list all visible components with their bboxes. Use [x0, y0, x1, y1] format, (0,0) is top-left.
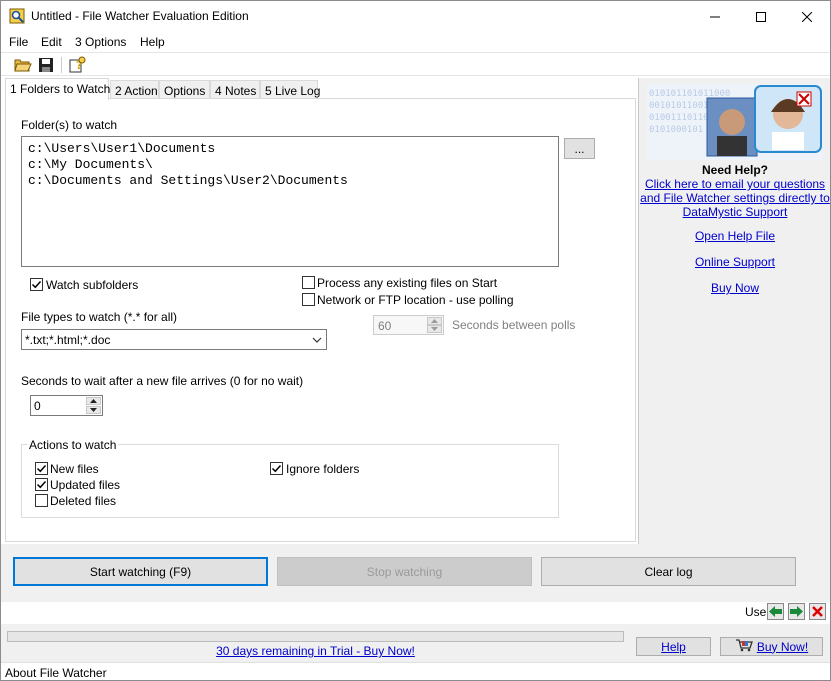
open-folder-icon[interactable]	[13, 55, 33, 75]
nav-use-label: Use	[745, 605, 767, 619]
updated-files-label: Updated files	[50, 478, 121, 492]
window-title: Untitled - File Watcher Evaluation Editi…	[31, 9, 249, 23]
menu-options[interactable]: 3 Options	[75, 35, 126, 49]
buy-now-link[interactable]: Buy Now	[639, 281, 831, 295]
menu-edit[interactable]: Edit	[41, 35, 62, 49]
file-types-combobox[interactable]: *.txt;*.html;*.doc	[21, 329, 327, 350]
tab-folders-to-watch[interactable]: 1 Folders to Watch	[5, 78, 110, 100]
toolbar: ?	[1, 52, 830, 76]
status-text: About File Watcher	[5, 666, 107, 680]
file-types-label: File types to watch (*.* for all)	[21, 310, 178, 324]
trial-buy-link[interactable]: 30 days remaining in Trial - Buy Now!	[7, 644, 624, 658]
help-button-label: Help	[661, 639, 686, 654]
folders-textarea[interactable]: c:\Users\User1\Documents c:\My Documents…	[21, 136, 559, 267]
process-existing-label: Process any existing files on Start	[317, 276, 498, 290]
need-help-title: Need Help?	[701, 163, 768, 177]
app-icon	[9, 8, 25, 24]
folder-line: c:\Documents and Settings\User2\Document…	[28, 173, 348, 188]
forward-arrow-icon[interactable]	[788, 603, 805, 620]
close-button[interactable]	[784, 1, 830, 32]
clear-log-button[interactable]: Clear log	[541, 557, 796, 586]
title-bar: Untitled - File Watcher Evaluation Editi…	[1, 1, 830, 32]
process-existing-checkbox[interactable]	[302, 276, 315, 289]
online-support-link[interactable]: Online Support	[639, 255, 831, 269]
wait-label: Seconds to wait after a new file arrives…	[21, 374, 304, 388]
new-files-checkbox[interactable]	[35, 462, 48, 475]
start-watching-button[interactable]: Start watching (F9)	[13, 557, 268, 586]
folder-line: c:\My Documents\	[28, 157, 153, 172]
trial-progress-bar	[7, 631, 624, 642]
buy-now-button[interactable]: Buy Now!	[720, 637, 823, 656]
wait-seconds-value: 0	[34, 399, 41, 413]
tab-notes[interactable]: 4 Notes	[210, 80, 260, 100]
binary-line: 0101000101	[649, 125, 703, 135]
tab-action[interactable]: 2 Action	[110, 80, 159, 100]
ignore-folders-checkbox[interactable]	[270, 462, 283, 475]
browse-button[interactable]: ...	[564, 138, 595, 159]
wait-seconds-spinner[interactable]: 0	[30, 395, 103, 416]
help-side-panel: 010101101011000 00101011001101 010011101…	[638, 78, 830, 544]
help-wizard-icon[interactable]: ?	[67, 55, 87, 75]
network-polling-label: Network or FTP location - use polling	[317, 293, 514, 307]
deleted-files-label: Deleted files	[50, 494, 117, 508]
email-support-line[interactable]: and File Watcher settings directly to	[639, 191, 831, 205]
spin-down-icon[interactable]	[427, 325, 442, 333]
folders-label: Folder(s) to watch	[21, 118, 118, 132]
new-files-label: New files	[50, 462, 99, 476]
email-support-line[interactable]: Click here to email your questions	[639, 177, 831, 191]
ignore-folders-label: Ignore folders	[286, 462, 360, 476]
updated-files-checkbox[interactable]	[35, 478, 48, 491]
spin-up-icon[interactable]	[86, 397, 101, 405]
poll-seconds-spinner[interactable]: 60	[373, 315, 444, 335]
cart-icon	[735, 638, 753, 655]
actions-group-title: Actions to watch	[27, 438, 119, 452]
network-polling-checkbox[interactable]	[302, 293, 315, 306]
help-button[interactable]: Help	[636, 637, 711, 656]
save-icon[interactable]	[36, 55, 56, 75]
stop-watching-button[interactable]: Stop watching	[277, 557, 532, 586]
status-bar: About File Watcher	[1, 662, 830, 680]
email-support-link[interactable]: Click here to email your questions and F…	[639, 177, 831, 219]
close-red-icon[interactable]	[809, 603, 826, 620]
maximize-button[interactable]	[738, 1, 784, 32]
folder-line: c:\Users\User1\Documents	[28, 141, 216, 156]
email-support-line[interactable]: DataMystic Support	[639, 205, 831, 219]
watch-subfolders-label: Watch subfolders	[46, 278, 139, 292]
deleted-files-checkbox[interactable]	[35, 494, 48, 507]
spin-down-icon[interactable]	[86, 406, 101, 414]
app-window: Untitled - File Watcher Evaluation Editi…	[0, 0, 831, 681]
chevron-down-icon[interactable]	[312, 334, 322, 348]
support-banner-image: 010101101011000 00101011001101 010011101…	[647, 84, 823, 160]
minimize-button[interactable]	[692, 1, 738, 32]
buy-now-button-label: Buy Now!	[756, 639, 809, 654]
tab-options[interactable]: Options	[159, 80, 210, 100]
watch-subfolders-checkbox[interactable]	[30, 278, 43, 291]
menu-file[interactable]: File	[9, 35, 28, 49]
tab-live-log[interactable]: 5 Live Log	[260, 80, 320, 100]
menu-bar: File Edit 3 Options Help	[1, 32, 830, 52]
binary-line: 010011101101	[649, 113, 714, 123]
menu-help[interactable]: Help	[140, 35, 165, 49]
file-types-value: *.txt;*.html;*.doc	[25, 333, 111, 347]
spin-up-icon[interactable]	[427, 317, 442, 325]
poll-seconds-label: Seconds between polls	[452, 318, 576, 332]
poll-seconds-value: 60	[378, 319, 392, 333]
toolbar-divider	[61, 57, 62, 73]
back-arrow-icon[interactable]	[767, 603, 784, 620]
open-help-file-link[interactable]: Open Help File	[639, 229, 831, 243]
